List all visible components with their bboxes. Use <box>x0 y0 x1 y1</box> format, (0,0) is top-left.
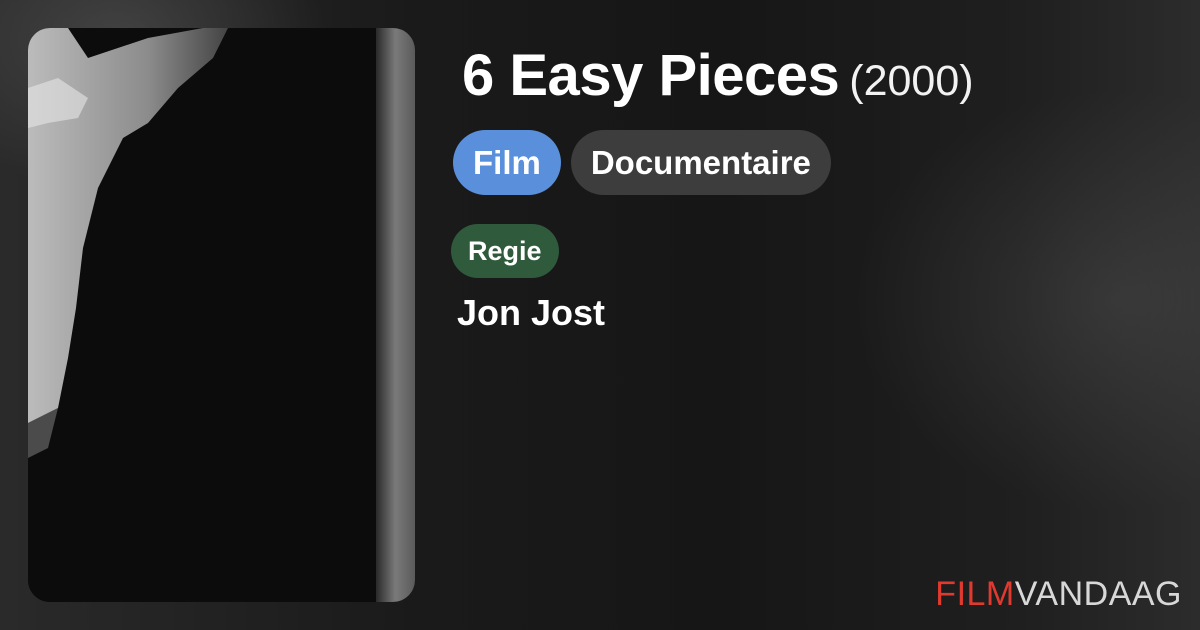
type-tag[interactable]: Film <box>453 130 561 195</box>
tag-list: Film Documentaire <box>453 130 831 195</box>
title-row: 6 Easy Pieces (2000) <box>462 42 974 109</box>
role-badge: Regie <box>451 224 559 278</box>
movie-poster[interactable] <box>28 28 415 602</box>
brand-logo-vandaag: VANDAAG <box>1014 575 1182 613</box>
poster-image <box>28 28 415 602</box>
page-title: 6 Easy Pieces <box>462 43 840 108</box>
director-name[interactable]: Jon Jost <box>457 292 605 334</box>
genre-tag[interactable]: Documentaire <box>570 130 831 195</box>
share-card: 6 Easy Pieces (2000) Film Documentaire Re… <box>0 0 1200 630</box>
brand-logo-film: FILM <box>935 575 1015 613</box>
release-year: (2000) <box>849 57 974 105</box>
brand-logo[interactable]: FILMVANDAAG <box>935 575 1182 614</box>
